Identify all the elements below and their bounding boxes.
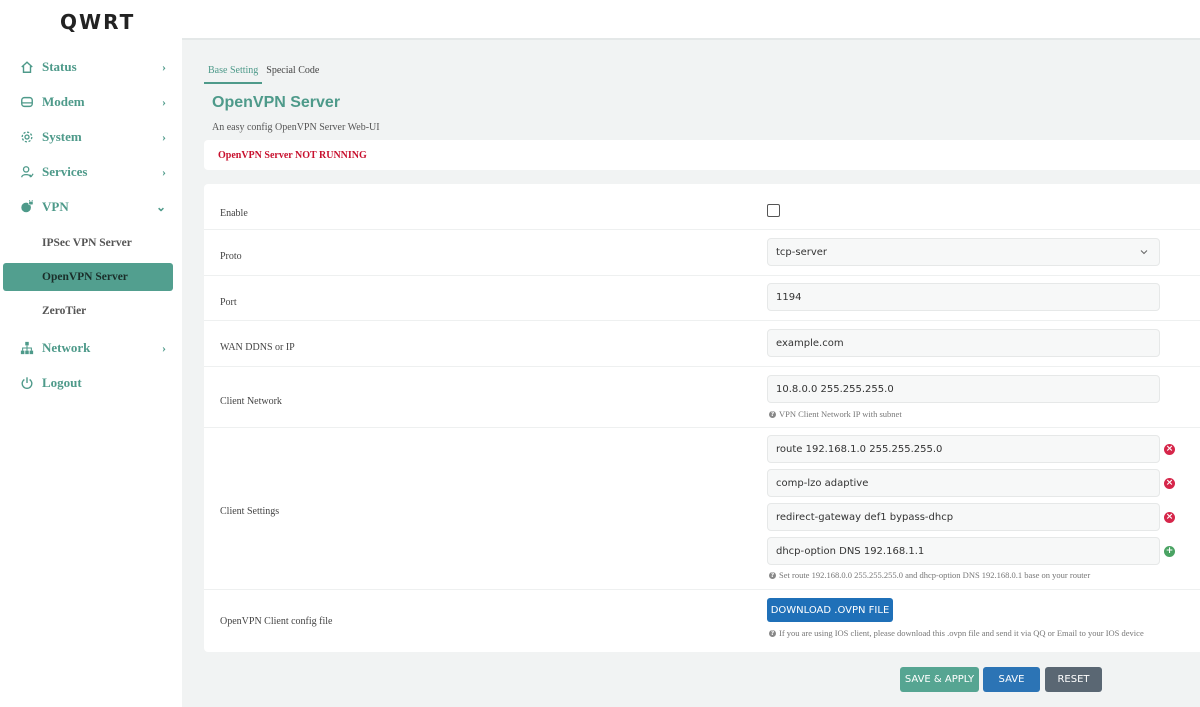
sidebar-subitem-ipsec[interactable]: IPSec VPN Server: [0, 229, 182, 257]
sidebar-item-services[interactable]: Services ›: [0, 157, 182, 187]
config-file-hint-text: If you are using IOS client, please down…: [779, 628, 1144, 638]
port-label: Port: [220, 297, 237, 308]
sidebar-item-label: Modem: [42, 94, 85, 109]
sidebar-subitem-zerotier[interactable]: ZeroTier: [0, 297, 182, 325]
sidebar-item-label: System: [42, 129, 82, 144]
proto-value: tcp-server: [776, 246, 828, 258]
enable-label: Enable: [220, 208, 248, 219]
config-file-label: OpenVPN Client config file: [220, 616, 333, 627]
chevron-right-icon: ›: [162, 340, 166, 355]
status-message: OpenVPN Server NOT RUNNING: [204, 140, 1200, 170]
client-network-label: Client Network: [220, 396, 282, 407]
client-network-input[interactable]: 10.8.0.0 255.255.255.0: [767, 375, 1160, 403]
app-logo: QWRT: [60, 10, 136, 34]
form-row-proto: Proto tcp-server: [204, 230, 1200, 276]
client-settings-hint-text: Set route 192.168.0.0 255.255.255.0 and …: [779, 570, 1091, 580]
status-text: OpenVPN Server NOT RUNNING: [218, 149, 367, 161]
client-network-hint: ? VPN Client Network IP with subnet: [769, 409, 902, 419]
hdd-icon: [20, 95, 34, 109]
sitemap-icon: [20, 341, 34, 355]
chevron-down-icon: [1139, 247, 1149, 257]
proto-select[interactable]: tcp-server: [767, 238, 1160, 266]
chevron-right-icon: ›: [162, 59, 166, 74]
tab-base-setting[interactable]: Base Setting: [204, 60, 263, 84]
chevron-right-icon: ›: [162, 129, 166, 144]
chevron-down-icon: ⌄: [155, 199, 166, 214]
user-icon: [20, 165, 34, 179]
sidebar-item-network[interactable]: Network ›: [0, 333, 182, 363]
tab-bar: Base Setting Special Code: [204, 60, 323, 84]
form-row-client-network: Client Network 10.8.0.0 255.255.255.0 ? …: [204, 367, 1200, 428]
question-icon: ?: [769, 629, 776, 637]
form-row-client-settings: Client Settings route 192.168.1.0 255.25…: [204, 428, 1200, 590]
gear-icon: [20, 130, 34, 144]
sidebar-item-label: VPN: [42, 199, 69, 214]
save-button[interactable]: SAVE: [983, 667, 1040, 692]
sidebar-item-modem[interactable]: Modem ›: [0, 87, 182, 117]
power-icon: [20, 376, 34, 390]
port-input[interactable]: 1194: [767, 283, 1160, 311]
sidebar-item-vpn[interactable]: VPN ⌄: [0, 192, 182, 222]
page-description: An easy config OpenVPN Server Web-UI: [212, 122, 380, 133]
question-icon: ?: [769, 410, 776, 418]
wan-label: WAN DDNS or IP: [220, 342, 295, 353]
globe-lock-icon: [20, 200, 34, 214]
remove-icon[interactable]: ×: [1164, 444, 1175, 455]
client-setting-input[interactable]: dhcp-option DNS 192.168.1.1: [767, 537, 1160, 565]
chevron-right-icon: ›: [162, 94, 166, 109]
remove-icon[interactable]: ×: [1164, 512, 1175, 523]
form-row-enable: Enable: [204, 184, 1200, 230]
download-ovpn-button[interactable]: DOWNLOAD .OVPN FILE: [767, 598, 893, 622]
client-setting-value: route 192.168.1.0 255.255.255.0: [776, 443, 943, 455]
tab-special-code[interactable]: Special Code: [262, 60, 323, 84]
reset-button[interactable]: RESET: [1045, 667, 1102, 692]
proto-label: Proto: [220, 251, 242, 262]
sidebar-item-label: Network: [42, 340, 91, 355]
save-apply-button[interactable]: SAVE & APPLY: [900, 667, 979, 692]
chevron-right-icon: ›: [162, 164, 166, 179]
client-network-value: 10.8.0.0 255.255.255.0: [776, 383, 894, 395]
page-title: OpenVPN Server: [212, 94, 341, 111]
question-icon: ?: [769, 571, 776, 579]
sidebar-item-logout[interactable]: Logout: [0, 368, 182, 398]
main-content: Base Setting Special Code OpenVPN Server…: [182, 38, 1200, 707]
client-network-hint-text: VPN Client Network IP with subnet: [779, 409, 902, 419]
sidebar-subitem-openvpn[interactable]: OpenVPN Server: [3, 263, 173, 291]
form-row-config-file: OpenVPN Client config file DOWNLOAD .OVP…: [204, 590, 1200, 652]
client-setting-value: comp-lzo adaptive: [776, 477, 869, 489]
sidebar-item-label: Status: [42, 59, 77, 74]
sidebar-item-system[interactable]: System ›: [0, 122, 182, 152]
config-file-hint: ? If you are using IOS client, please do…: [769, 628, 1144, 638]
client-setting-input[interactable]: route 192.168.1.0 255.255.255.0: [767, 435, 1160, 463]
wan-input[interactable]: example.com: [767, 329, 1160, 357]
client-settings-label: Client Settings: [220, 506, 280, 517]
client-setting-input[interactable]: comp-lzo adaptive: [767, 469, 1160, 497]
form-row-port: Port 1194: [204, 276, 1200, 321]
sidebar-item-label: Logout: [42, 375, 82, 390]
client-setting-input[interactable]: redirect-gateway def1 bypass-dhcp: [767, 503, 1160, 531]
remove-icon[interactable]: ×: [1164, 478, 1175, 489]
sidebar-subitem-label: IPSec VPN Server: [42, 237, 132, 249]
sidebar-subitem-label: OpenVPN Server: [42, 271, 128, 283]
sidebar: QWRT Status › Modem › System › Services …: [0, 0, 182, 707]
add-icon[interactable]: +: [1164, 546, 1175, 557]
port-value: 1194: [776, 291, 802, 303]
client-setting-value: dhcp-option DNS 192.168.1.1: [776, 545, 925, 557]
client-settings-hint: ? Set route 192.168.0.0 255.255.255.0 an…: [769, 570, 1090, 580]
home-icon: [20, 60, 34, 74]
wan-value: example.com: [776, 337, 844, 349]
enable-checkbox[interactable]: [767, 204, 780, 217]
settings-form: Enable Proto tcp-server Port 1194 WAN DD…: [204, 184, 1200, 652]
sidebar-subitem-label: ZeroTier: [42, 305, 87, 317]
form-row-wan: WAN DDNS or IP example.com: [204, 321, 1200, 367]
sidebar-item-status[interactable]: Status ›: [0, 52, 182, 82]
sidebar-item-label: Services: [42, 164, 88, 179]
client-setting-value: redirect-gateway def1 bypass-dhcp: [776, 511, 954, 523]
